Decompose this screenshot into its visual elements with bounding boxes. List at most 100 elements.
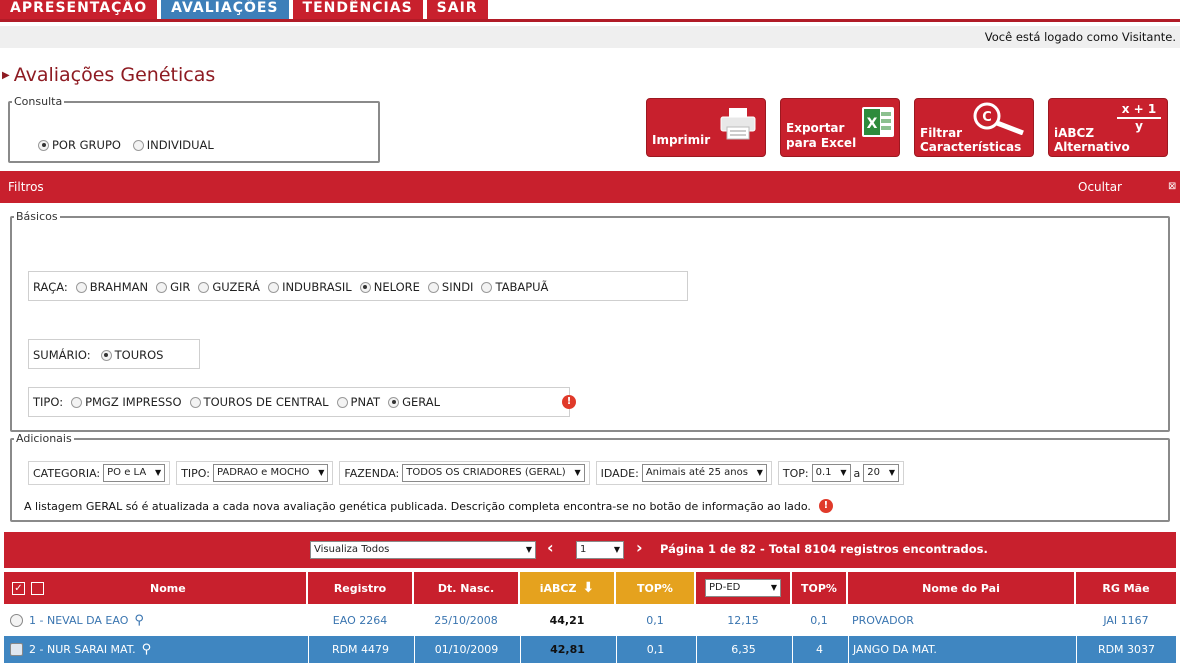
consulta-legend: Consulta [14, 95, 63, 108]
radio-tabapua[interactable]: TABAPUÃ [481, 280, 548, 294]
deca-select[interactable]: PD-ED [705, 579, 781, 597]
info-icon[interactable]: ! [562, 395, 576, 409]
radio-touros-de-central[interactable]: TOUROS DE CENTRAL [189, 395, 329, 409]
bull-icon: ⚲ [134, 613, 144, 628]
svg-text:X: X [867, 116, 878, 132]
idade-select[interactable]: Animais até 25 anos [641, 464, 767, 482]
radio-icon[interactable] [481, 281, 493, 293]
radio-icon[interactable] [132, 139, 144, 151]
radio-icon[interactable] [38, 139, 49, 151]
radio-indubrasil[interactable]: INDUBRASIL [268, 280, 352, 294]
results-summary: Página 1 de 82 - Total 8104 registros en… [660, 542, 988, 556]
ocultar-link[interactable]: Ocultar [1078, 180, 1122, 194]
login-status: Você está logado como Visitante. [0, 26, 1180, 48]
fazenda-select[interactable]: TODOS OS CRIADORES (GERAL) [402, 464, 585, 482]
exportar-excel-button[interactable]: Exportar para Excel X [780, 98, 900, 157]
tab-apresentacao[interactable]: APRESENTAÇÃO [0, 0, 158, 19]
cell-registro: RDM 4479 [308, 636, 412, 663]
top-from-select[interactable]: 0.1 [811, 464, 851, 482]
cell-mae[interactable]: JAI 1167 [1076, 607, 1176, 634]
radio-icon[interactable] [268, 281, 280, 293]
geral-note: A listagem GERAL só é atualizada a cada … [24, 499, 811, 513]
title-arrow-icon: ▶ [2, 70, 10, 81]
cell-pai[interactable]: JANGO DA MAT. [848, 636, 1074, 663]
row-name-link[interactable]: 1 - NEVAL DA EAO [29, 614, 128, 627]
page-title: ▶ Avaliações Genéticas [2, 64, 215, 86]
adicionais-legend: Adicionais [16, 432, 72, 445]
printer-icon [720, 108, 756, 140]
header-top2[interactable]: TOP% [792, 572, 846, 604]
deselect-all-icon[interactable] [31, 581, 44, 595]
fazenda-filter: FAZENDA: TODOS OS CRIADORES (GERAL) [339, 461, 590, 485]
radio-pnat[interactable]: PNAT [336, 395, 380, 409]
collapse-icon[interactable]: ⊠ [1168, 181, 1178, 192]
formula-numerator: x + 1 [1117, 102, 1161, 119]
header-mae[interactable]: RG Mãe [1076, 572, 1176, 604]
radio-geral[interactable]: GERAL [388, 395, 440, 409]
table-row-selected[interactable]: 2 - NUR SARAI MAT. ⚲ RDM 4479 01/10/2009… [4, 636, 1176, 663]
header-nome-label[interactable]: Nome [150, 582, 186, 595]
radio-icon[interactable] [427, 281, 439, 293]
select-all-check-icon[interactable]: ✓ [12, 581, 25, 595]
imprimir-button[interactable]: Imprimir [646, 98, 766, 157]
radio-sindi[interactable]: SINDI [427, 280, 473, 294]
categoria-select[interactable]: PO e LA [103, 464, 166, 482]
radio-icon[interactable] [75, 281, 87, 293]
bull-icon: ⚲ [141, 642, 152, 657]
cell-top1: 0,1 [646, 614, 664, 627]
radio-icon[interactable] [100, 349, 112, 361]
row-name-link[interactable]: 2 - NUR SARAI MAT. [29, 643, 136, 656]
visualiza-select[interactable]: Visualiza Todos [310, 541, 536, 559]
magnifier-icon: C [973, 102, 1024, 135]
radio-icon[interactable] [71, 396, 83, 408]
radio-icon[interactable] [198, 281, 210, 293]
table-row[interactable]: 1 - NEVAL DA EAO ⚲ EAO 2264 25/10/2008 4… [4, 607, 1176, 634]
header-top1[interactable]: TOP% [616, 572, 694, 604]
header-deca: PD-ED [696, 572, 790, 604]
header-pai[interactable]: Nome do Pai [848, 572, 1074, 604]
consulta-options: POR GRUPO INDIVIDUAL [38, 138, 222, 154]
radio-brahman[interactable]: BRAHMAN [75, 280, 148, 294]
radio-por-grupo[interactable]: POR GRUPO [38, 138, 121, 152]
page-select[interactable]: 1 [576, 541, 624, 559]
cell-iabcz: 42,81 [520, 636, 614, 663]
cell-top1: 0,1 [616, 636, 694, 663]
next-page-icon[interactable]: › [636, 538, 643, 557]
cell-mae[interactable]: RDM 3037 [1076, 636, 1176, 663]
row-checkbox[interactable] [10, 614, 23, 627]
prev-page-icon[interactable]: ‹ [547, 538, 554, 557]
tab-sair[interactable]: SAIR [426, 0, 488, 19]
top-filter: TOP: 0.1 a 20 [777, 461, 905, 485]
categoria-label: CATEGORIA: [33, 466, 101, 480]
tipo-filter: TIPO: PADRAO e MOCHO [176, 461, 334, 485]
iabcz-alternativo-button[interactable]: iABCZ Alternativo x + 1 y [1048, 98, 1168, 157]
filtrar-caracteristicas-button[interactable]: Filtrar Características C [914, 98, 1034, 157]
top-label: TOP: [782, 466, 809, 480]
radio-icon[interactable] [189, 396, 201, 408]
cell-pai[interactable]: PROVADOR [848, 607, 1074, 634]
header-registro[interactable]: Registro [308, 572, 412, 604]
radio-icon[interactable] [156, 281, 168, 293]
info-icon[interactable]: ! [818, 499, 833, 513]
radio-nelore[interactable]: NELORE [359, 280, 420, 294]
radio-guzera[interactable]: GUZERÁ [198, 280, 260, 294]
tipo-select[interactable]: PADRAO e MOCHO [212, 464, 329, 482]
cell-top2: 0,1 [810, 614, 828, 627]
radio-individual[interactable]: INDIVIDUAL [132, 138, 214, 152]
header-iabcz[interactable]: iABCZ ⬇ [520, 572, 614, 604]
top-to-select[interactable]: 20 [863, 464, 900, 482]
top-separator: a [853, 466, 861, 480]
radio-icon[interactable] [336, 396, 348, 408]
header-nasc[interactable]: Dt. Nasc. [414, 572, 518, 604]
row-checkbox[interactable] [10, 643, 23, 656]
sumario-label: SUMÁRIO: [33, 348, 91, 362]
radio-icon[interactable] [388, 396, 400, 408]
tab-avaliacoes[interactable]: AVALIAÇÕES [161, 0, 289, 19]
radio-gir[interactable]: GIR [156, 280, 190, 294]
radio-touros[interactable]: TOUROS [100, 348, 163, 362]
basicos-group: Básicos RAÇA: BRAHMAN GIR GUZERÁ INDUBRA… [10, 210, 1170, 432]
tab-tendencias[interactable]: TENDÊNCIAS [292, 0, 423, 19]
sort-down-icon[interactable]: ⬇ [582, 580, 594, 596]
radio-pmgz-impresso[interactable]: PMGZ IMPRESSO [71, 395, 182, 409]
radio-icon[interactable] [359, 281, 371, 293]
